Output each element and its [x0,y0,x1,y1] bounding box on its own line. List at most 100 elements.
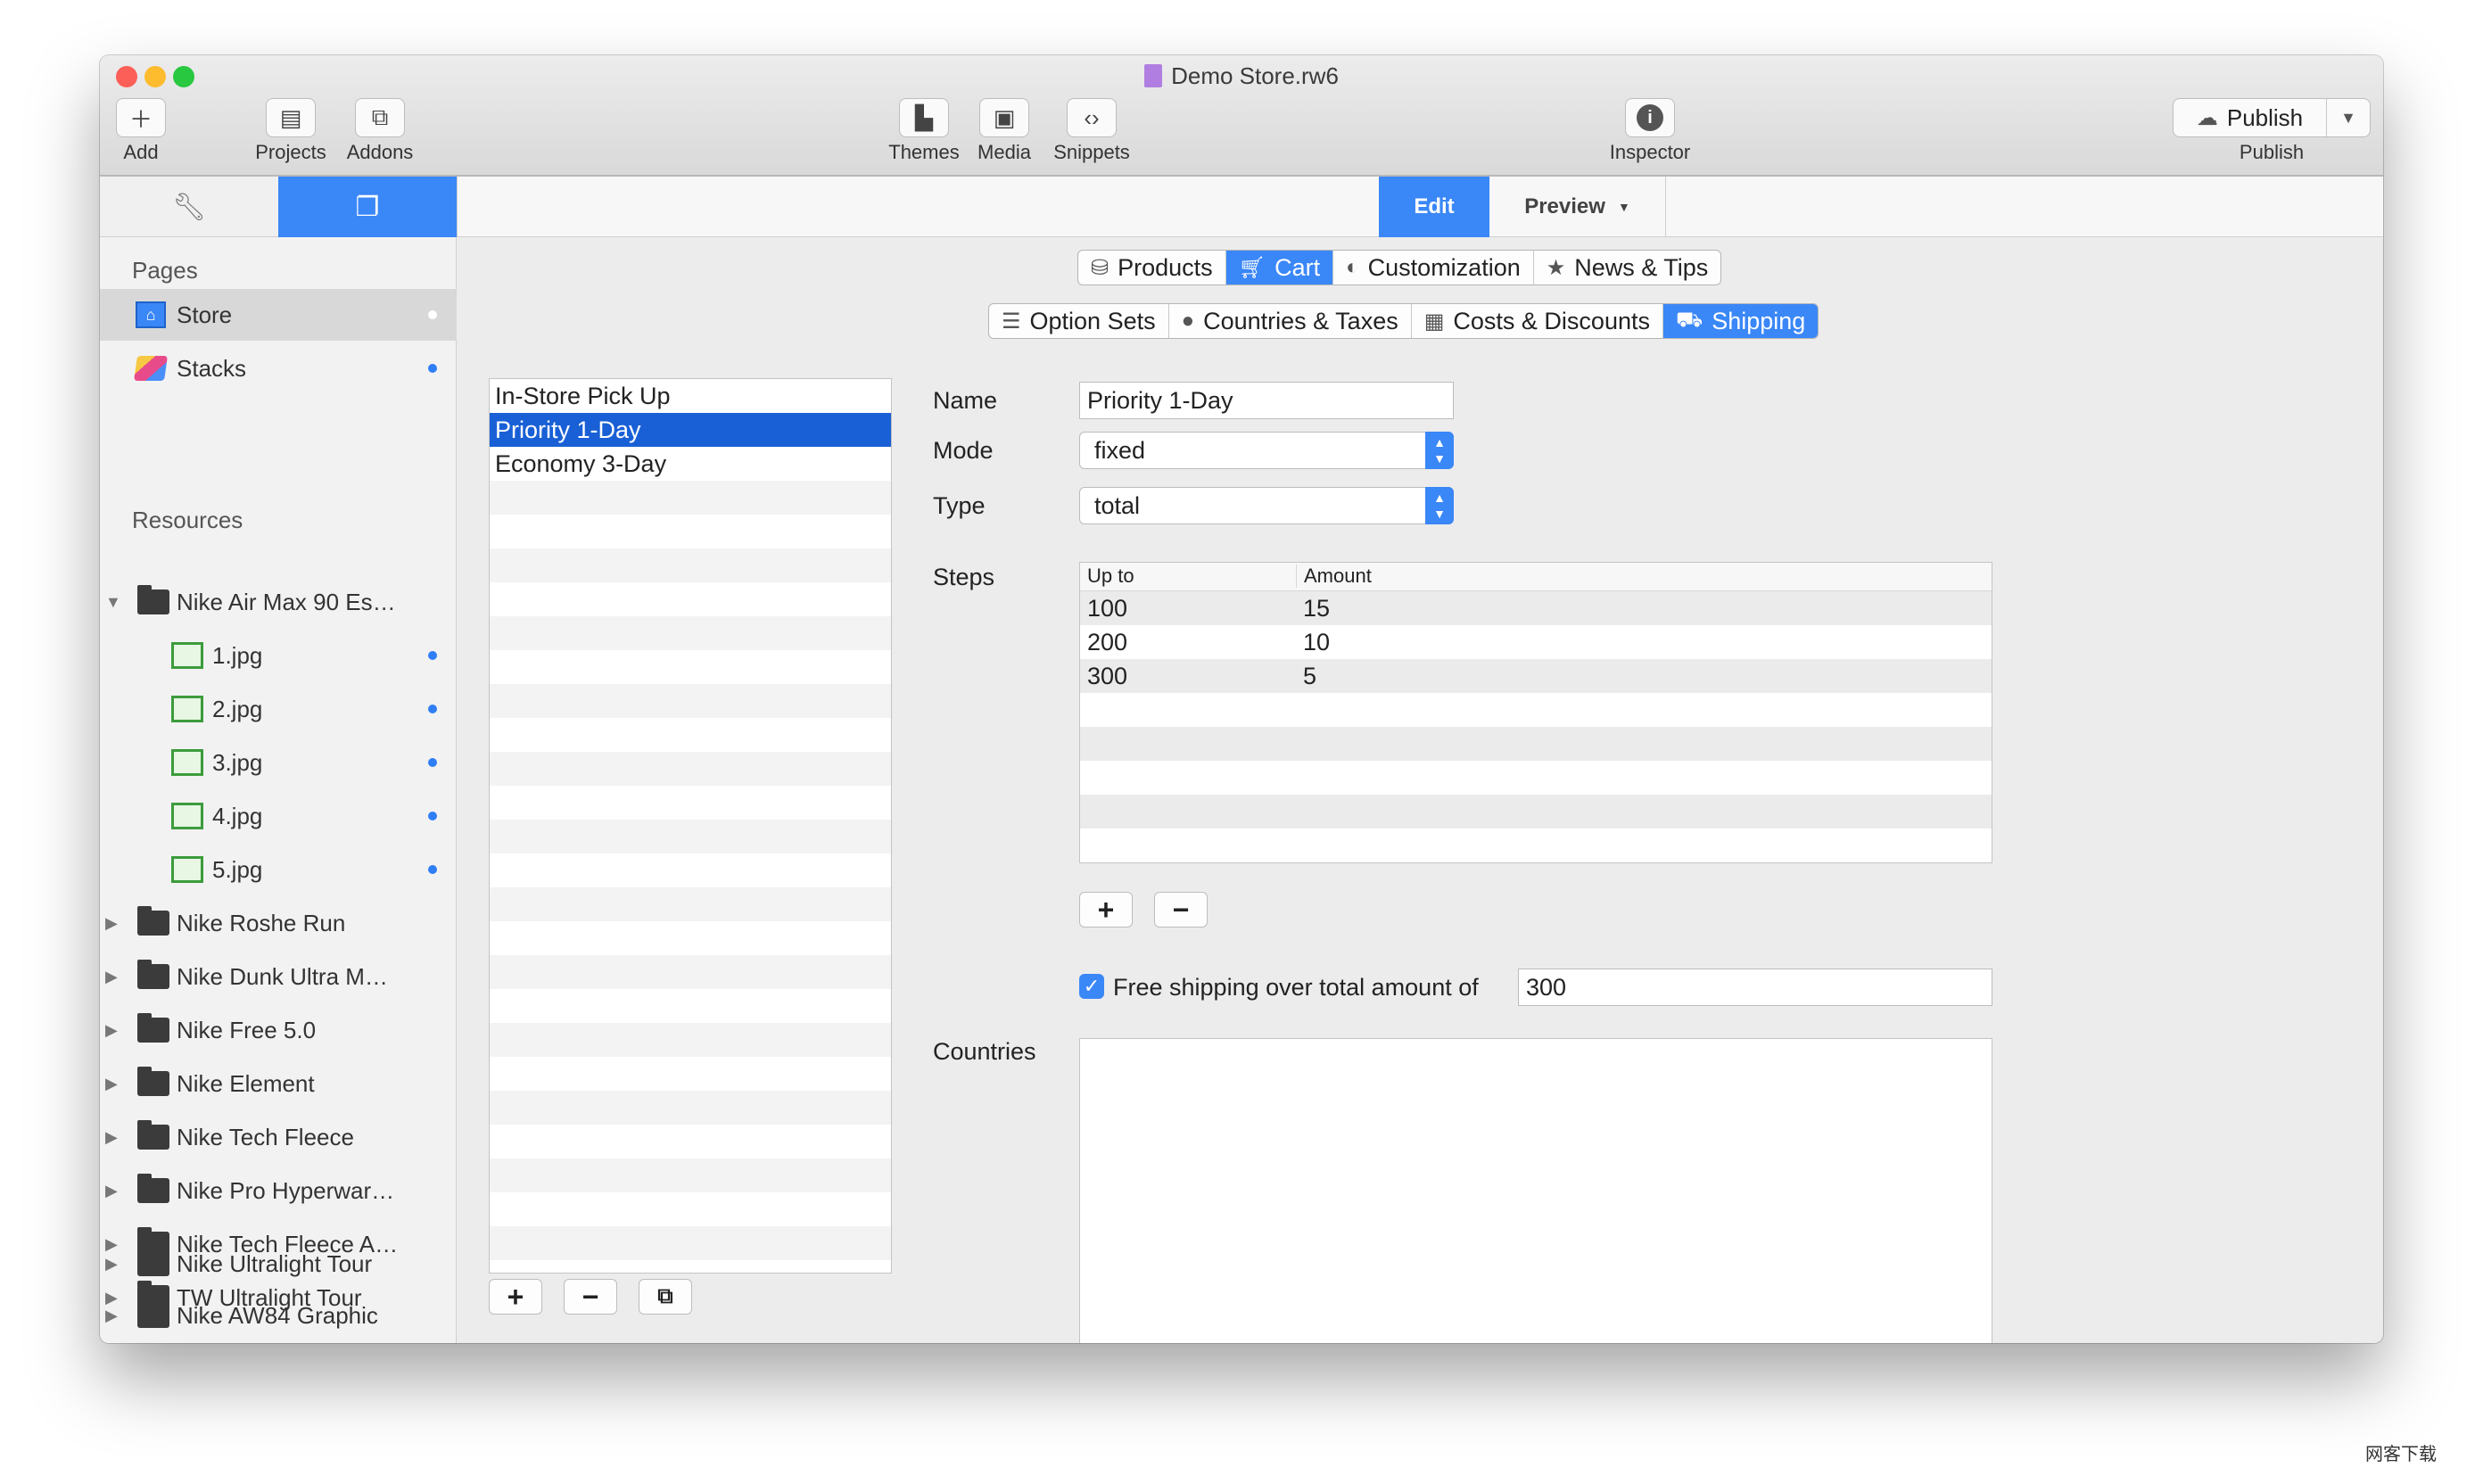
table-row[interactable]: 200 10 [1080,625,1992,659]
cell-up-to[interactable]: 200 [1087,625,1127,659]
resource-label: 2.jpg [212,695,263,722]
mode-value: fixed [1094,437,1146,464]
cell-amount[interactable]: 15 [1303,591,1330,625]
tab-news-tips[interactable]: ★ News & Tips [1534,251,1721,284]
free-shipping-checkbox[interactable]: ✓ [1079,974,1104,999]
sidebar-item-store[interactable]: ⌂ Store [100,289,457,341]
cart-icon: 🛒︎ [1238,255,1266,280]
edit-button[interactable]: Edit [1379,177,1489,237]
resource-label: Nike AW84 Graphic [177,1301,378,1329]
tab-pages[interactable]: ❐ [278,177,457,237]
watermark: 网客下载 [2365,1445,2437,1464]
free-shipping-amount-field[interactable]: 300 [1518,969,1992,1006]
disclosure-right-icon[interactable]: ▶ [105,914,118,933]
preview-button[interactable]: Preview ▼ [1489,177,1666,237]
add-method-button[interactable]: + [489,1279,542,1315]
addons-button[interactable]: ⧉ [355,98,405,137]
media-button[interactable]: ▣ [979,98,1029,137]
disclosure-right-icon[interactable]: ▶ [105,1075,118,1093]
projects-button[interactable]: ▤ [266,98,316,137]
remove-step-button[interactable]: − [1154,892,1208,928]
resource-file[interactable]: 3.jpg [100,737,457,788]
inspector-button[interactable]: i [1625,98,1675,137]
resource-file[interactable]: 1.jpg [100,630,457,681]
mode-label: Mode [933,437,994,464]
checkmark-icon: ✓ [1083,975,1101,997]
resource-folder[interactable]: ▶ Nike Tech Fleece [100,1111,457,1163]
disclosure-down-icon[interactable]: ▼ [105,593,121,612]
disclosure-right-icon[interactable]: ▶ [105,1182,118,1200]
steps-table[interactable]: Up to Amount 100 15 200 10 300 5 [1079,562,1992,863]
resource-folder[interactable]: ▶ Nike Free 5.0 [100,1004,457,1056]
folder-icon [137,1120,169,1150]
sidebar: Pages ⌂ Store Stacks Resources ▼ Nike Air… [100,237,457,1343]
type-select[interactable]: total ▲ ▼ [1079,487,1454,524]
add-step-button[interactable]: + [1079,892,1133,928]
resource-folder[interactable]: ▼ Nike Air Max 90 Es… [100,576,457,628]
resource-folder[interactable]: ▶ Nike Ultralight Tour [100,1238,457,1290]
resource-folder[interactable]: ▶ Nike AW84 Graphic [100,1290,457,1341]
column-header-amount[interactable]: Amount [1296,565,1372,588]
store-tabs: ⛁ Products 🛒︎ Cart ◐ Customization ★ News & … [1077,250,1722,285]
column-header-up-to[interactable]: Up to [1087,565,1134,588]
resource-folder[interactable]: ▶ Nike Dunk Ultra M… [100,951,457,1002]
resource-label: Nike Element [177,1069,315,1097]
table-row[interactable]: 300 5 [1080,659,1992,693]
resource-file[interactable]: 2.jpg [100,683,457,735]
resource-label: Nike Free 5.0 [177,1016,317,1043]
publish-button[interactable]: ☁ Publish ▼ [2173,98,2371,137]
list-item-selected[interactable]: Priority 1-Day [490,413,891,447]
tab-option-sets[interactable]: ☰ Option Sets [989,304,1169,338]
list-item[interactable]: Economy 3-Day [490,447,891,481]
tab-label: News & Tips [1574,253,1709,281]
resource-folder[interactable]: ▶ Nike Pro Hyperwar… [100,1165,457,1216]
disclosure-right-icon[interactable]: ▶ [105,1128,118,1147]
resource-label: Nike Roshe Run [177,909,346,936]
disclosure-right-icon[interactable]: ▶ [105,1021,118,1040]
themes-button[interactable]: ▙ [899,98,949,137]
folder-icon [137,1247,169,1276]
cell-up-to[interactable]: 300 [1087,659,1127,693]
snippets-button[interactable]: ‹› [1067,98,1117,137]
pages-header: Pages [132,257,198,284]
resource-folder[interactable]: ▶ Nike Element [100,1058,457,1109]
tab-cart[interactable]: 🛒︎ Cart [1225,251,1334,284]
duplicate-method-button[interactable]: ⧉ [639,1279,692,1315]
duplicate-icon: ⧉ [657,1284,673,1308]
sidebar-item-stacks[interactable]: Stacks [100,342,457,394]
themes-label: Themes [888,141,960,163]
list-item[interactable]: In-Store Pick Up [490,379,891,413]
publish-menu-arrow[interactable]: ▼ [2327,109,2370,128]
table-row[interactable]: 100 15 [1080,591,1992,625]
tab-costs-discounts[interactable]: ▦ Costs & Discounts [1412,304,1663,338]
shipping-methods-list[interactable]: In-Store Pick Up Priority 1-Day Economy … [489,378,892,1274]
tab-products[interactable]: ⛁ Products [1078,251,1226,284]
resource-folder[interactable]: ▶ Nike Roshe Run [100,897,457,949]
tab-customization[interactable]: ◐ Customization [1333,251,1534,284]
name-label: Name [933,387,998,414]
countries-list[interactable] [1079,1038,1992,1343]
cell-amount[interactable]: 5 [1303,659,1316,693]
cell-amount[interactable]: 10 [1303,625,1330,659]
cell-up-to[interactable]: 100 [1087,591,1127,625]
disclosure-right-icon[interactable]: ▶ [105,1255,118,1274]
steps-label: Steps [933,564,995,590]
tab-tools[interactable]: 🔧︎ [100,177,278,237]
themes-icon: ▙ [915,103,933,131]
mode-select[interactable]: fixed ▲ ▼ [1079,432,1454,469]
tab-countries-taxes[interactable]: ● Countries & Taxes [1169,304,1412,338]
resource-file[interactable]: 5.jpg [100,844,457,895]
preview-label: Preview [1524,194,1605,218]
image-file-icon [171,696,203,722]
name-field[interactable]: Priority 1-Day [1079,382,1454,419]
select-stepper-icon: ▲ ▼ [1425,432,1454,469]
resource-file[interactable]: 4.jpg [100,790,457,842]
publish-main[interactable]: ☁ Publish [2174,99,2327,136]
tab-label: Shipping [1712,307,1806,334]
disclosure-right-icon[interactable]: ▶ [105,968,118,986]
tab-shipping[interactable]: ⛟ Shipping [1662,304,1819,338]
add-button[interactable]: ＋ [116,98,166,137]
type-label: Type [933,492,986,519]
remove-method-button[interactable]: − [564,1279,617,1315]
disclosure-right-icon[interactable]: ▶ [105,1307,118,1325]
